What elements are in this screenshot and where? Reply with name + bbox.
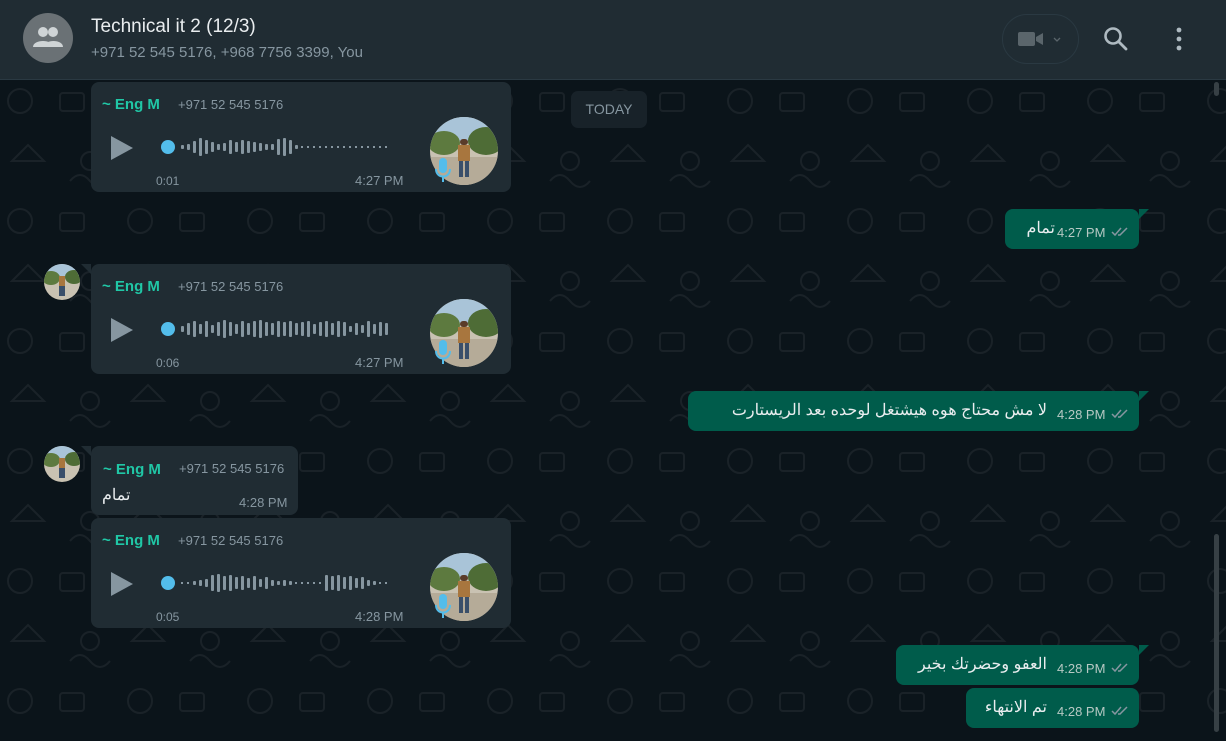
play-icon[interactable]	[109, 316, 135, 344]
message-time: 4:28 PM	[1057, 407, 1106, 422]
outgoing-message[interactable]: تم الانتهاء 4:28 PM	[966, 688, 1139, 728]
message-text: العفو وحضرتك بخير	[918, 656, 1047, 673]
waveform[interactable]	[159, 135, 399, 159]
menu-button[interactable]	[1168, 26, 1190, 57]
menu-icon	[1176, 27, 1182, 51]
message-time: 4:28 PM	[1057, 704, 1106, 719]
play-icon[interactable]	[109, 570, 135, 598]
message-text: لا مش محتاج هوه هيشتغل لوحده بعد الريستا…	[731, 402, 1047, 419]
waveform[interactable]	[159, 317, 399, 341]
chat-header: Technical it 2 (12/3) +971 52 545 5176, …	[0, 0, 1226, 80]
search-button[interactable]	[1103, 26, 1129, 57]
voice-message[interactable]: ~ Eng M +971 52 545 5176 0:01 4:27 PM	[91, 82, 511, 192]
voice-message[interactable]: ~ Eng M +971 52 545 5176 0:06 4:27 PM	[91, 264, 511, 374]
sender-phone: +971 52 545 5176	[179, 461, 285, 476]
message-time: 4:28 PM	[355, 609, 404, 624]
read-ticks-icon	[1111, 409, 1128, 419]
sender-phone: +971 52 545 5176	[178, 279, 284, 294]
sender-name[interactable]: ~ Eng M	[102, 96, 160, 113]
outgoing-message[interactable]: لا مش محتاج هوه هيشتغل لوحده بعد الريستا…	[688, 391, 1139, 431]
video-call-icon	[1018, 32, 1061, 46]
sender-phone: +971 52 545 5176	[178, 533, 284, 548]
sender-phone: +971 52 545 5176	[178, 97, 284, 112]
date-divider: TODAY	[571, 91, 647, 128]
search-icon	[1104, 27, 1128, 51]
voice-duration: 0:05	[156, 610, 180, 624]
mic-icon	[435, 340, 451, 364]
sender-name[interactable]: ~ Eng M	[102, 278, 160, 295]
read-ticks-icon	[1111, 706, 1128, 716]
message-time: 4:27 PM	[355, 355, 404, 370]
message-time: 4:27 PM	[1057, 225, 1106, 240]
message-text: تم الانتهاء	[984, 699, 1047, 716]
sender-name[interactable]: ~ Eng M	[103, 461, 161, 478]
mic-icon	[435, 158, 451, 182]
chat-participants[interactable]: +971 52 545 5176, +968 7756 3399, You	[91, 44, 363, 61]
member-avatar[interactable]	[44, 264, 80, 300]
scrollbar-thumb[interactable]	[1214, 534, 1219, 732]
member-avatar[interactable]	[44, 446, 80, 482]
message-text: تمام	[102, 487, 131, 504]
incoming-message[interactable]: ~ Eng M +971 52 545 5176 تمام 4:28 PM	[91, 446, 298, 515]
read-ticks-icon	[1111, 663, 1128, 673]
voice-message[interactable]: ~ Eng M +971 52 545 5176 0:05 4:28 PM	[91, 518, 511, 628]
group-avatar[interactable]	[23, 13, 73, 63]
outgoing-message[interactable]: العفو وحضرتك بخير 4:28 PM	[896, 645, 1139, 685]
mic-icon	[435, 594, 451, 618]
voice-duration: 0:01	[156, 174, 180, 188]
video-call-button[interactable]	[1002, 14, 1079, 64]
sender-name[interactable]: ~ Eng M	[102, 532, 160, 549]
message-time: 4:28 PM	[239, 495, 288, 510]
voice-duration: 0:06	[156, 356, 180, 370]
chat-title[interactable]: Technical it 2 (12/3)	[91, 16, 256, 38]
group-avatar-icon	[33, 27, 63, 47]
waveform[interactable]	[159, 571, 399, 595]
read-ticks-icon	[1111, 227, 1128, 237]
scrollbar-top[interactable]	[1214, 82, 1219, 96]
play-icon[interactable]	[109, 134, 135, 162]
outgoing-message[interactable]: تمام 4:27 PM	[1005, 209, 1139, 249]
message-text: تمام	[1026, 220, 1055, 237]
message-time: 4:27 PM	[355, 173, 404, 188]
message-time: 4:28 PM	[1057, 661, 1106, 676]
